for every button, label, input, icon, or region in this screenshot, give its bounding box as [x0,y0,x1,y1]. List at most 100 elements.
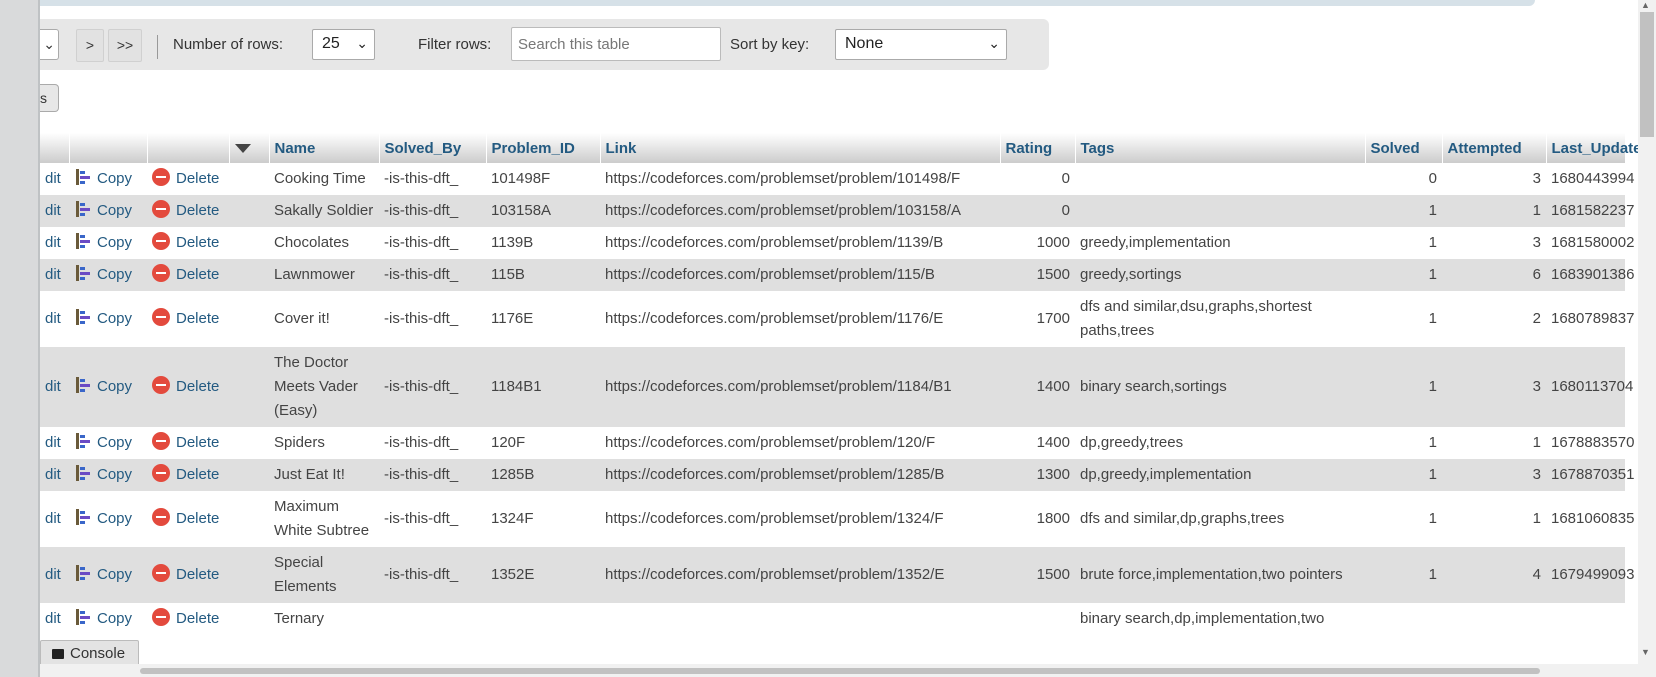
console-icon [52,649,64,659]
copy-link[interactable]: Copy [97,566,132,583]
delete-link[interactable]: Delete [176,610,219,627]
copy-link[interactable]: Copy [97,466,132,483]
delete-icon[interactable] [152,264,170,282]
cell-link: https://codeforces.com/problemset/proble… [600,459,1000,491]
chevron-down-icon: ⌄ [43,36,55,52]
delete-link[interactable]: Delete [176,202,219,219]
column-header-name[interactable]: Name [269,133,380,163]
column-header-solved[interactable]: Solved [1365,133,1443,163]
sort-arrow-header[interactable] [229,133,270,163]
page-select[interactable]: ⌄ [40,29,59,60]
cell-name: Just Eat It! [269,459,379,491]
nav-separator [157,35,158,59]
copy-link[interactable]: Copy [97,266,132,283]
column-header-tags[interactable]: Tags [1075,133,1366,163]
delete-icon[interactable] [152,464,170,482]
cell-link: https://codeforces.com/problemset/proble… [600,227,1000,259]
cell-solved-by: -is-this-dft_ [379,347,486,427]
copy-link[interactable]: Copy [97,378,132,395]
delete-link[interactable]: Delete [176,170,219,187]
cell-attempted: 2 [1442,291,1546,347]
copy-cell: Copy [69,227,147,259]
delete-link[interactable]: Delete [176,510,219,527]
copy-link[interactable]: Copy [97,610,132,627]
copy-link[interactable]: Copy [97,234,132,251]
cell-tags: dp,greedy,implementation [1075,459,1365,491]
rows-per-page-select[interactable]: 25 ⌄ [312,29,375,60]
delete-icon[interactable] [152,200,170,218]
delete-icon[interactable] [152,432,170,450]
edit-link[interactable]: dit [45,434,61,451]
column-header-last-update[interactable]: Last_Update [1546,133,1642,163]
last-page-button[interactable]: >> [108,29,142,62]
copy-icon[interactable] [74,432,92,450]
copy-icon[interactable] [74,200,92,218]
column-header-attempted[interactable]: Attempted [1442,133,1547,163]
copy-link[interactable]: Copy [97,170,132,187]
edit-link[interactable]: dit [45,610,61,627]
cell-link: https://codeforces.com/problemset/proble… [600,491,1000,547]
edit-link[interactable]: dit [45,566,61,583]
delete-link[interactable]: Delete [176,466,219,483]
delete-icon[interactable] [152,376,170,394]
copy-link[interactable]: Copy [97,310,132,327]
copy-icon[interactable] [74,308,92,326]
cell-problem-id: 1139B [486,227,600,259]
cell-rating: 1400 [1000,347,1075,427]
delete-link[interactable]: Delete [176,234,219,251]
delete-icon[interactable] [152,308,170,326]
cell-solved: 1 [1365,291,1442,347]
copy-icon[interactable] [74,564,92,582]
edit-link[interactable]: dit [45,266,61,283]
edit-link[interactable]: dit [45,202,61,219]
copy-link[interactable]: Copy [97,202,132,219]
delete-icon[interactable] [152,508,170,526]
copy-icon[interactable] [74,608,92,626]
edit-cell: dit [40,347,69,427]
delete-link[interactable]: Delete [176,434,219,451]
copy-cell: Copy [69,459,147,491]
cell-tags [1075,195,1365,227]
scroll-up-arrow-icon[interactable]: ▲ [1641,0,1650,10]
copy-icon[interactable] [74,264,92,282]
sort-by-key-select[interactable]: None ⌄ [835,29,1007,60]
edit-link[interactable]: dit [45,310,61,327]
delete-link[interactable]: Delete [176,378,219,395]
delete-icon[interactable] [152,168,170,186]
copy-cell: Copy [69,291,147,347]
edit-link[interactable]: dit [45,378,61,395]
copy-icon[interactable] [74,464,92,482]
copy-icon[interactable] [74,508,92,526]
cell-name: The Doctor Meets Vader (Easy) [269,347,379,427]
column-header-rating[interactable]: Rating [1000,133,1076,163]
next-page-button[interactable]: > [76,29,104,62]
edit-link[interactable]: dit [45,234,61,251]
column-header-problem-id[interactable]: Problem_ID [486,133,601,163]
header-edit [40,133,70,163]
copy-link[interactable]: Copy [97,510,132,527]
sort-desc-icon[interactable] [234,144,251,154]
copy-icon[interactable] [74,168,92,186]
cell-problem-id [486,603,600,635]
edit-link[interactable]: dit [45,466,61,483]
scroll-down-arrow-icon[interactable]: ▼ [1641,647,1650,657]
delete-link[interactable]: Delete [176,266,219,283]
edit-link[interactable]: dit [45,510,61,527]
cell-solved-by: -is-this-dft_ [379,291,486,347]
copy-icon[interactable] [74,376,92,394]
delete-link[interactable]: Delete [176,310,219,327]
delete-icon[interactable] [152,232,170,250]
delete-icon[interactable] [152,564,170,582]
cell-last-update: 1679499093 [1546,547,1634,603]
edit-link[interactable]: dit [45,170,61,187]
copy-link[interactable]: Copy [97,434,132,451]
filter-rows-input[interactable] [511,27,721,61]
vertical-scrollbar-thumb[interactable] [1640,12,1654,137]
column-header-solved-by[interactable]: Solved_By [379,133,487,163]
horizontal-scrollbar-thumb[interactable] [140,668,1540,674]
delete-link[interactable]: Delete [176,566,219,583]
show-all-button[interactable]: s [40,84,59,112]
copy-icon[interactable] [74,232,92,250]
column-header-link[interactable]: Link [600,133,1001,163]
delete-icon[interactable] [152,608,170,626]
